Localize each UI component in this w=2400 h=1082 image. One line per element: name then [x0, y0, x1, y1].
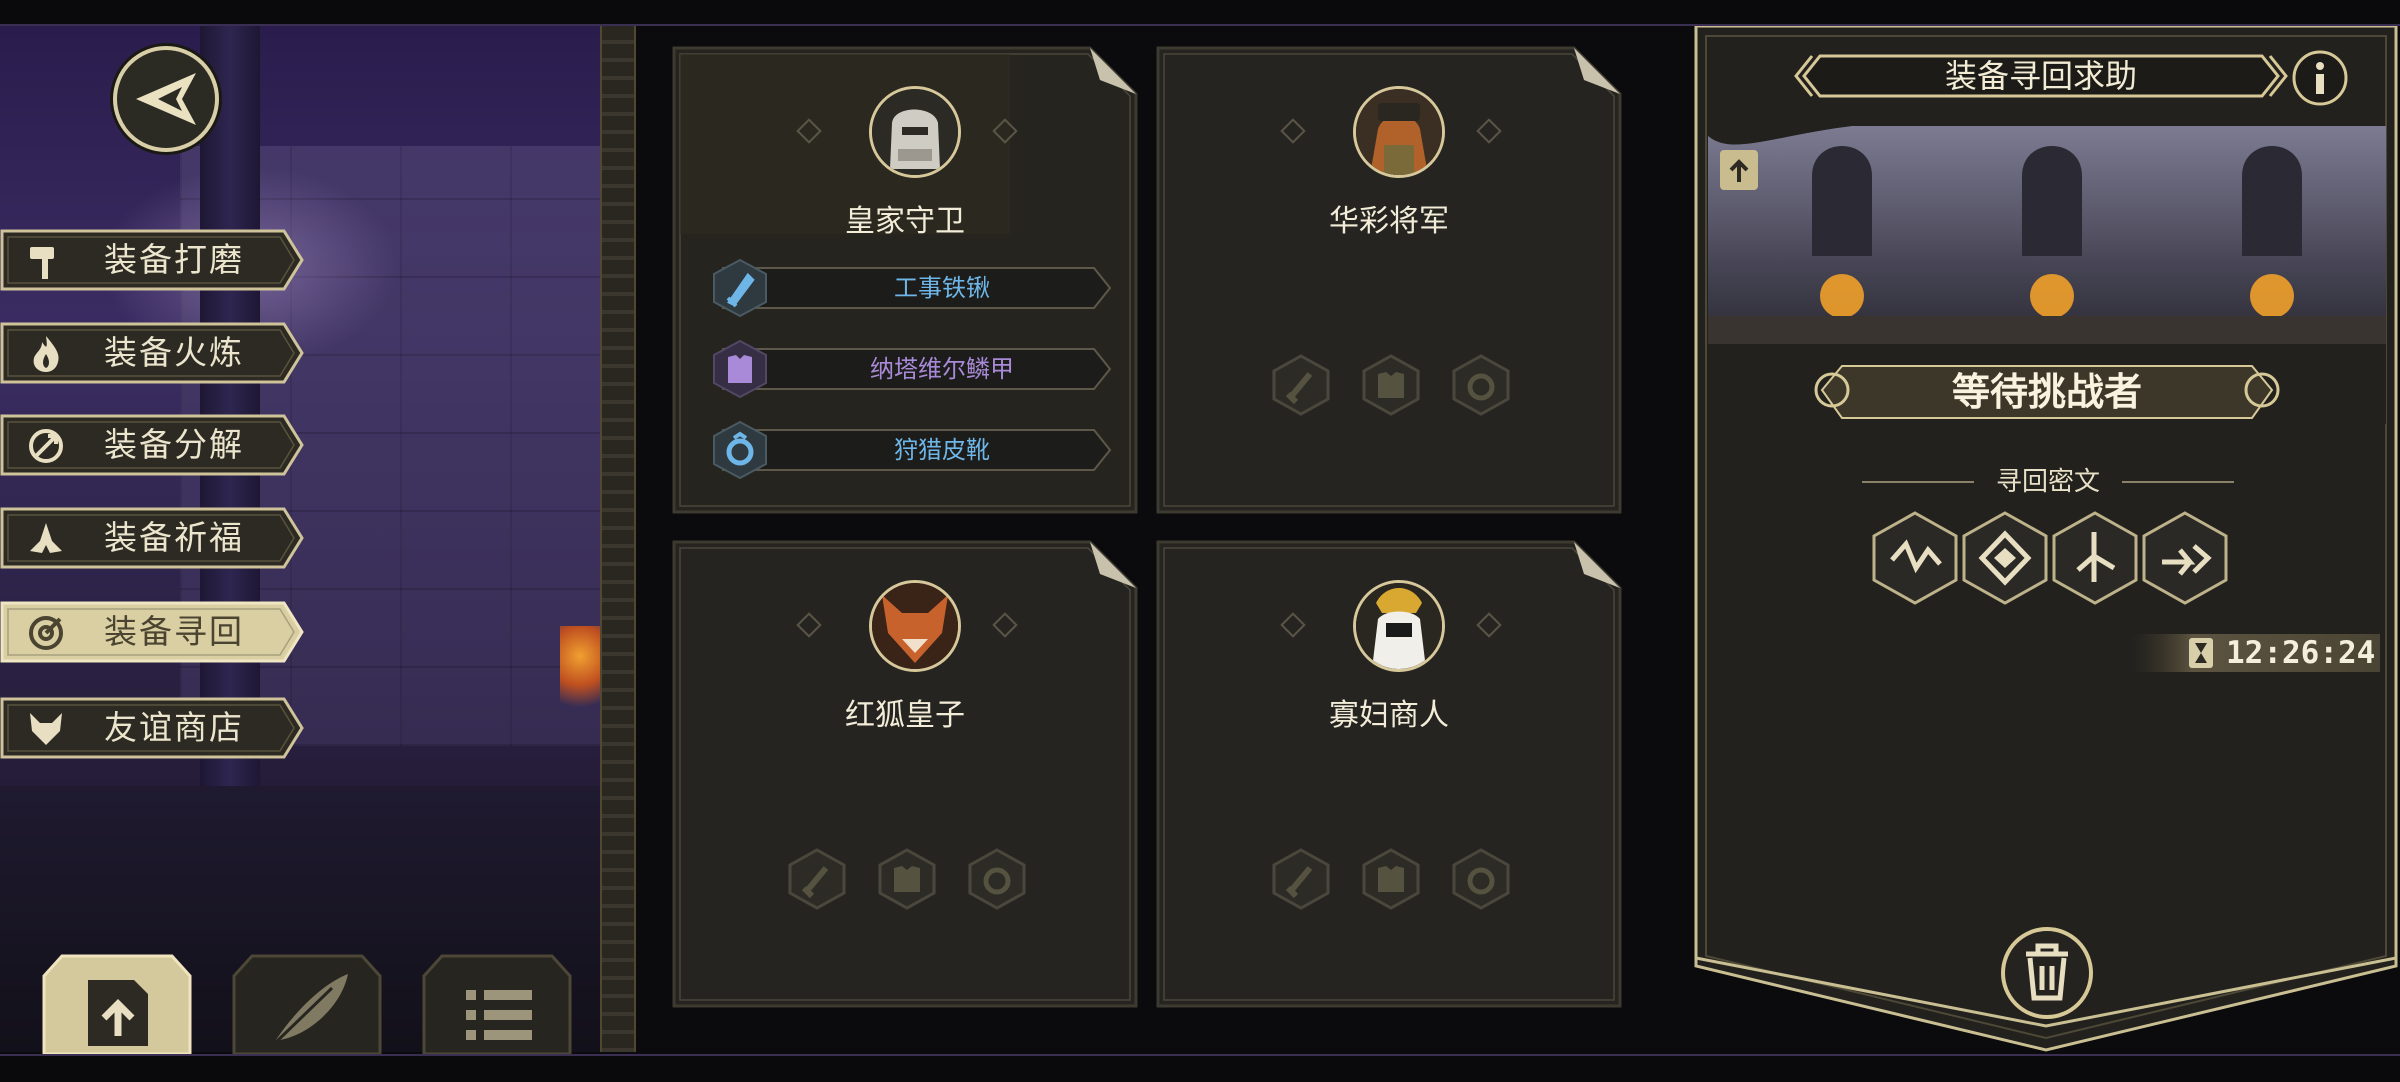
countdown-timer: 12:26:24: [2130, 632, 2380, 674]
delete-button[interactable]: [1998, 924, 2096, 1022]
equipment-name: 纳塔维尔鳞甲: [870, 355, 1014, 383]
royal-guard-portrait: [869, 86, 961, 178]
character-card-fox-prince[interactable]: 红狐皇子: [670, 538, 1140, 1010]
flame-icon: [33, 336, 59, 372]
list-button[interactable]: [422, 954, 572, 1056]
character-name: 红狐皇子: [845, 698, 965, 733]
menu-item-polish[interactable]: 装备打磨: [0, 229, 306, 291]
menu-item-label: 装备分解: [104, 425, 244, 464]
character-name: 皇家守卫: [845, 204, 965, 239]
empty-weapon-slot-icon[interactable]: [1270, 848, 1332, 910]
empty-weapon-slot-icon[interactable]: [786, 848, 848, 910]
character-name: 寡妇商人: [1329, 698, 1449, 733]
general-portrait: [1353, 86, 1445, 178]
back-button[interactable]: [113, 46, 219, 152]
empty-armor-slot-icon[interactable]: [1360, 354, 1422, 416]
bottom-frame: [0, 1054, 2400, 1082]
ring-icon: [713, 420, 767, 480]
menu-item-forge[interactable]: 装备火炼: [0, 322, 306, 384]
menu-item-label: 装备火炼: [104, 333, 244, 372]
empty-accessory-slot-icon[interactable]: [1450, 354, 1512, 416]
sword-icon: [713, 258, 767, 318]
widow-merchant-portrait: [1353, 580, 1445, 672]
menu-item-label: 装备祈福: [104, 518, 244, 557]
list-icon: [466, 990, 532, 1040]
disassemble-icon: [29, 429, 63, 463]
character-card-widow-merchant[interactable]: 寡妇商人: [1154, 538, 1624, 1010]
upload-button[interactable]: [42, 954, 192, 1056]
fox-prince-portrait: [869, 580, 961, 672]
equipment-slot-accessory[interactable]: 狩猎皮靴: [712, 420, 1112, 480]
empty-armor-slot-icon[interactable]: [1360, 848, 1422, 910]
info-button[interactable]: [2290, 48, 2350, 108]
info-icon: [2316, 62, 2324, 94]
equipment-name: 工事铁锹: [894, 274, 990, 302]
target-icon: [29, 616, 63, 650]
equipment-slot-armor[interactable]: 纳塔维尔鳞甲: [712, 339, 1112, 399]
panel-title: 装备寻回求助: [1944, 57, 2137, 95]
character-card-general[interactable]: 华彩将军: [1154, 44, 1624, 516]
panel-divider: [600, 26, 636, 1052]
back-arrow-icon: [136, 73, 196, 125]
cipher-label: 寻回密文: [1995, 467, 2100, 497]
equipment-name: 狩猎皮靴: [894, 436, 990, 464]
rune-4-icon[interactable]: [2140, 510, 2230, 606]
empty-armor-slot-icon[interactable]: [876, 848, 938, 910]
menu-item-retrieve[interactable]: 装备寻回: [0, 601, 306, 663]
empty-weapon-slot-icon[interactable]: [1270, 354, 1332, 416]
empty-accessory-slot-icon[interactable]: [966, 848, 1028, 910]
fox-head-icon: [30, 713, 62, 745]
equipment-slot-weapon[interactable]: 工事铁锹: [712, 258, 1112, 318]
menu-item-label: 装备寻回: [104, 612, 244, 651]
menu-item-label: 装备打磨: [104, 240, 244, 279]
armor-icon: [713, 339, 767, 399]
feather-button[interactable]: [232, 954, 382, 1056]
hourglass-icon: [2189, 638, 2213, 668]
praying-hands-icon: [30, 523, 62, 553]
hammer-icon: [30, 247, 54, 279]
status-banner: 等待挑战者: [1951, 369, 2142, 414]
character-name: 华彩将军: [1329, 204, 1449, 239]
timer-text: 12:26:24: [2226, 635, 2376, 671]
top-frame: [0, 0, 2400, 26]
menu-item-friendship-shop[interactable]: 友谊商店: [0, 697, 306, 759]
retrieve-help-panel: 装备寻回求助 等待挑战者 寻回密文: [1692, 26, 2400, 1052]
menu-item-bless[interactable]: 装备祈福: [0, 507, 306, 569]
character-card-royal-guard[interactable]: 皇家守卫 工事铁锹 纳塔维尔鳞甲 狩猎皮靴: [670, 44, 1140, 516]
rune-1-icon[interactable]: [1870, 510, 1960, 606]
rune-3-icon[interactable]: [2050, 510, 2140, 606]
upload-file-icon: [88, 980, 148, 1046]
rune-2-icon[interactable]: [1960, 510, 2050, 606]
menu-item-disassemble[interactable]: 装备分解: [0, 414, 306, 476]
menu-item-label: 友谊商店: [104, 708, 244, 747]
empty-accessory-slot-icon[interactable]: [1450, 848, 1512, 910]
